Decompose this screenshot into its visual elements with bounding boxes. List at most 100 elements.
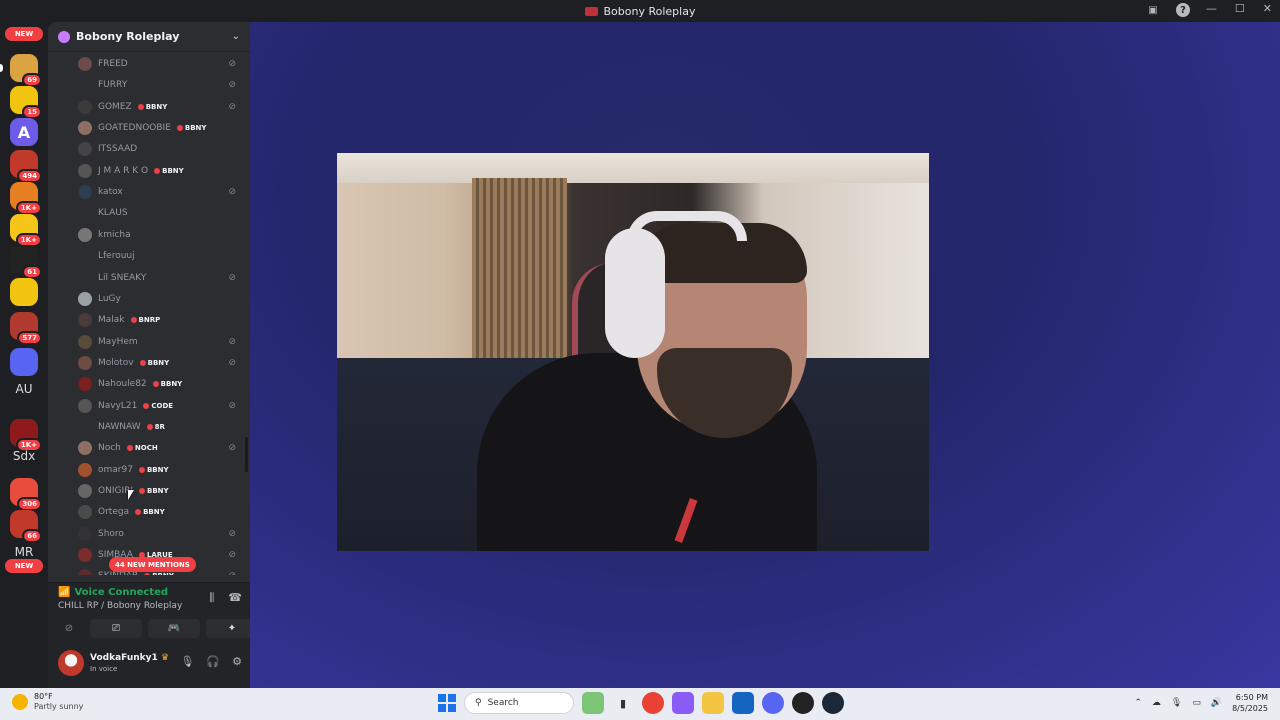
share-screen-button[interactable]: ⎚ (90, 619, 142, 638)
voice-member[interactable]: Malak BNRP (78, 311, 246, 329)
webcam-video[interactable] (337, 153, 929, 551)
new-mentions-pill[interactable]: 44 NEW MENTIONS (109, 557, 196, 572)
voice-member[interactable]: Molotov BBNY ⊘ (78, 354, 246, 372)
username[interactable]: VodkaFunky1 ♛ (90, 653, 169, 663)
voice-channel-name[interactable]: CHILL RP / Bobony Roleplay (58, 601, 182, 611)
mention-badge: 577 (17, 331, 42, 345)
voice-member[interactable]: kmicha (78, 226, 246, 244)
server-icon[interactable]: 61 (10, 246, 42, 279)
server-sdx[interactable]: Sdx (6, 449, 42, 463)
headphones-icon[interactable]: 🎧 (206, 655, 220, 668)
server-icon[interactable]: 1K+ (10, 182, 42, 215)
voice-member[interactable]: KLAUS (78, 204, 246, 222)
close-button[interactable]: ✕ (1263, 2, 1272, 15)
minimize-button[interactable]: — (1206, 2, 1217, 15)
speaker-icon[interactable]: 🔊 (1211, 698, 1222, 708)
server-icon[interactable] (10, 348, 38, 376)
tag-icon (135, 509, 142, 516)
voice-member[interactable]: FURRY ⊘ (78, 76, 246, 94)
noise-suppression-icon[interactable]: ⫼ (209, 591, 214, 605)
server-icon[interactable]: 306 (10, 478, 42, 511)
avatar (78, 526, 92, 541)
server-mr[interactable]: MR (6, 545, 42, 559)
server-rail: NEW 69 15 A 494 1K+ 1K+ 61 577 1K+ 306 66 AU Sdx M… (0, 22, 48, 688)
avatar (78, 185, 92, 200)
voice-member[interactable]: NAWNAW 8R (78, 418, 246, 436)
voice-member[interactable]: ITSSAAD (78, 140, 246, 158)
server-icon[interactable]: A (10, 118, 38, 146)
member-list-scrollbar[interactable] (245, 437, 248, 472)
taskbar-search[interactable]: ⚲ Search (464, 692, 574, 714)
gear-icon[interactable]: ⚙ (232, 655, 242, 668)
obs-icon[interactable] (792, 692, 814, 714)
windows-start-icon[interactable] (438, 694, 456, 712)
muted-mic-icon: ⊘ (228, 59, 236, 69)
voice-member[interactable]: J M A R K O BBNY (78, 162, 246, 180)
cloud-icon[interactable]: ☁ (1152, 698, 1161, 708)
discord-icon[interactable] (762, 692, 784, 714)
clock[interactable]: 6:50 PM 8/5/2025 (1232, 692, 1268, 714)
server-icon[interactable]: 15 (10, 86, 42, 119)
help-icon[interactable]: ? (1176, 3, 1190, 17)
new-unreads-pill-top[interactable]: NEW (5, 27, 43, 41)
microphone-tray-icon[interactable]: 🎙 (1171, 698, 1182, 708)
widgets-app-icon[interactable] (582, 692, 604, 714)
voice-member[interactable]: MayHem ⊘ (78, 333, 246, 351)
member-tag: BBNY (154, 167, 184, 175)
camera-off-button[interactable]: ⊘ (54, 619, 84, 638)
voice-member[interactable]: katox ⊘ (78, 183, 246, 201)
guild-header[interactable]: Bobony Roleplay ⌄ (48, 22, 250, 52)
avatar (78, 462, 92, 477)
avatar[interactable] (58, 650, 84, 676)
chrome-icon[interactable] (642, 692, 664, 714)
server-icon[interactable]: 1K+ (10, 214, 42, 247)
disconnect-icon[interactable]: ☎ (228, 591, 242, 605)
chevron-down-icon[interactable]: ⌄ (232, 31, 240, 42)
voice-member[interactable]: NavyL21 CODE ⊘ (78, 397, 246, 415)
server-icon[interactable]: 577 (10, 312, 42, 345)
muted-mic-icon: ⊘ (228, 80, 236, 91)
video-headset (605, 228, 665, 358)
avatar (78, 142, 92, 157)
steam-icon[interactable] (822, 692, 844, 714)
voice-member[interactable]: Lferouuj (78, 247, 246, 265)
activities-button[interactable]: 🎮 (148, 619, 200, 638)
server-icon[interactable] (10, 278, 38, 306)
server-icon[interactable]: 1K+ (10, 419, 42, 452)
voice-member[interactable]: GOATEDNOOBIE BBNY (78, 119, 246, 137)
member-tag: NOCH (126, 444, 158, 452)
voice-member[interactable]: Shoro ⊘ (78, 525, 246, 543)
voice-member[interactable]: Ortega BBNY (78, 503, 246, 521)
voice-member[interactable]: omar97 BBNY (78, 461, 246, 479)
voice-member[interactable]: GOMEZ BBNY ⊘ (78, 98, 246, 116)
member-name: omar97 (98, 464, 133, 475)
task-view-icon[interactable]: ▮ (612, 692, 634, 714)
voice-member[interactable]: ONIGIRI BBNY (78, 482, 246, 500)
server-icon[interactable]: 69 (10, 54, 42, 87)
weather-widget[interactable]: 80°F Partly sunny (12, 692, 83, 711)
new-unreads-pill-bottom[interactable]: NEW (5, 559, 43, 573)
server-image: A (10, 118, 38, 146)
member-name: KLAUS (98, 208, 128, 219)
screen-share-icon[interactable]: ▣ (1146, 3, 1160, 17)
maximize-button[interactable]: ☐ (1235, 2, 1245, 15)
server-icon[interactable]: 66 (10, 510, 42, 543)
server-au[interactable]: AU (6, 382, 42, 396)
tag-icon (154, 167, 161, 174)
member-name: Lil SNEAKY (98, 272, 147, 283)
voice-member[interactable]: Noch NOCH ⊘ (78, 439, 246, 457)
store-icon[interactable] (732, 692, 754, 714)
mention-badge: 61 (22, 265, 42, 279)
copilot-icon[interactable] (672, 692, 694, 714)
file-explorer-icon[interactable] (702, 692, 724, 714)
display-icon[interactable]: ▭ (1192, 698, 1201, 708)
guild-name: Bobony Roleplay (76, 30, 180, 43)
microphone-icon[interactable]: 🎙 (180, 655, 194, 668)
voice-member[interactable]: Nahoule82 BBNY (78, 375, 246, 393)
avatar (78, 57, 92, 71)
voice-member[interactable]: FREED ⊘ (78, 55, 246, 73)
voice-member[interactable]: Lil SNEAKY ⊘ (78, 269, 246, 287)
server-icon[interactable]: 494 (10, 150, 42, 183)
voice-member[interactable]: LuGy (78, 290, 246, 308)
chevron-up-icon[interactable]: ⌃ (1134, 698, 1142, 708)
